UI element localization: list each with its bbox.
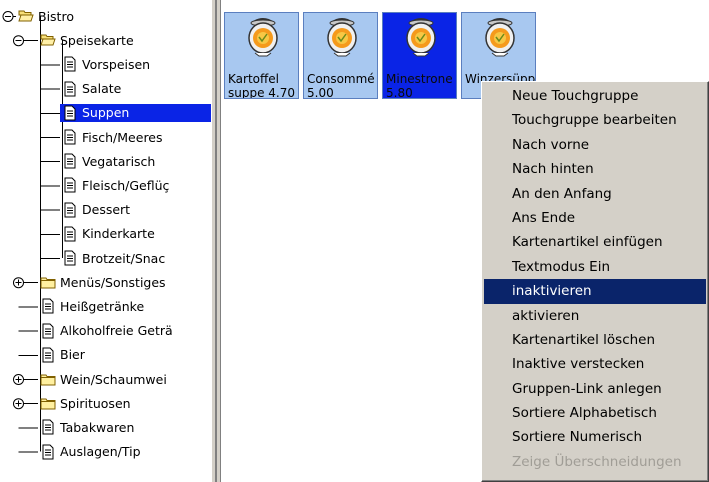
- tree-item[interactable]: Bier: [40, 346, 86, 364]
- tree-item[interactable]: Vegatarisch: [62, 152, 156, 170]
- soup-pot-icon: [404, 16, 438, 60]
- document-icon: [62, 56, 78, 72]
- tree-item[interactable]: Tabakwaren: [40, 418, 135, 436]
- tree-item-label: Brotzeit/Snac: [82, 250, 166, 266]
- context-menu-item[interactable]: Kartenartikel einfügen: [484, 230, 706, 254]
- context-menu-item[interactable]: Touchgruppe bearbeiten: [484, 108, 706, 132]
- document-icon: [40, 298, 56, 314]
- tree-item[interactable]: Fleisch/Geflüç: [62, 176, 170, 194]
- folder-closed-icon: [40, 371, 56, 387]
- tree-item[interactable]: Auslagen/Tip: [40, 443, 142, 461]
- tree-item-label: Menüs/Sonstiges: [60, 274, 166, 290]
- tile-price: 5.00: [307, 86, 334, 99]
- document-icon: [62, 105, 78, 121]
- document-icon: [62, 153, 78, 169]
- context-menu-item[interactable]: Sortiere Numerisch: [484, 425, 706, 449]
- tree-item[interactable]: Heißgetränke: [40, 297, 145, 315]
- tile-price: 5.80: [386, 86, 413, 99]
- tree-item-label: Bistro: [38, 8, 74, 24]
- tree-item[interactable]: Bistro: [18, 7, 75, 25]
- document-icon: [62, 226, 78, 242]
- document-icon: [40, 347, 56, 363]
- context-menu-item[interactable]: aktivieren: [484, 304, 706, 328]
- context-menu-item[interactable]: Kartenartikel löschen: [484, 328, 706, 352]
- context-menu-item[interactable]: Inaktive verstecken: [484, 352, 706, 376]
- tree-item-label: Spirituosen: [60, 395, 131, 411]
- tile-name: Minestrone: [386, 72, 453, 86]
- tree-item-label: Fleisch/Geflüç: [82, 177, 170, 193]
- tree-item-label: Heißgetränke: [60, 298, 145, 314]
- menu-item-tile[interactable]: Minestrone 5.80: [382, 12, 457, 99]
- context-menu-item[interactable]: Textmodus Ein: [484, 255, 706, 279]
- tree-item-label: Salate: [82, 81, 122, 97]
- folder-open-icon: [40, 32, 56, 48]
- document-icon: [62, 250, 78, 266]
- tree-item[interactable]: Menüs/Sonstiges: [40, 273, 167, 291]
- tree-item[interactable]: Vorspeisen: [62, 55, 151, 73]
- context-menu-item[interactable]: Nach hinten: [484, 157, 706, 181]
- context-menu-item[interactable]: Gruppen-Link anlegen: [484, 377, 706, 401]
- document-icon: [40, 444, 56, 460]
- document-icon: [40, 419, 56, 435]
- menu-item-tile[interactable]: Kartoffel suppe 4.70: [224, 12, 299, 99]
- folder-closed-icon: [40, 274, 56, 290]
- context-menu-item: Zeige Überschneidungen: [512, 453, 682, 470]
- context-menu: Neue Touchgruppe Touchgruppe bearbeiten Na…: [481, 81, 709, 482]
- tree-item[interactable]: Wein/Schaumwei: [40, 370, 168, 388]
- context-menu-item[interactable]: Ans Ende: [484, 206, 706, 230]
- tree-item[interactable]: Fisch/Meeres: [62, 128, 164, 146]
- tree-item-label: Fisch/Meeres: [82, 129, 163, 145]
- tree-item-label: Dessert: [82, 202, 131, 218]
- folder-closed-icon: [40, 395, 56, 411]
- context-menu-item[interactable]: An den Anfang: [484, 182, 706, 206]
- tile-name: Kartoffel: [228, 72, 279, 86]
- document-icon: [62, 177, 78, 193]
- tile-price: suppe 4.70: [228, 86, 296, 99]
- document-icon: [62, 202, 78, 218]
- context-menu-item[interactable]: Neue Touchgruppe: [484, 84, 706, 108]
- tree-item[interactable]: Spirituosen: [40, 394, 132, 412]
- tile-name: Consommé: [307, 72, 375, 86]
- tree-item-label: Tabakwaren: [60, 419, 135, 435]
- context-menu-item[interactable]: inaktivieren: [484, 279, 706, 304]
- tree-item-label: Kinderkarte: [82, 226, 155, 242]
- document-icon: [62, 81, 78, 97]
- category-tree[interactable]: Bistro Speisekarte Vorspeisen Salate Suppen F…: [0, 0, 211, 482]
- tree-item-label: Wein/Schaumwei: [60, 371, 167, 387]
- tree-item-label: Vorspeisen: [82, 56, 151, 72]
- menu-item-tile[interactable]: Consommé 5.00: [303, 12, 378, 99]
- tree-item-label: Alkoholfreie Geträ: [60, 323, 173, 339]
- document-icon: [62, 129, 78, 145]
- tree-item[interactable]: Alkoholfreie Geträ: [40, 322, 174, 340]
- context-menu-item[interactable]: Sortiere Alphabetisch: [484, 401, 706, 425]
- tree-item-label: Vegatarisch: [82, 153, 156, 169]
- tree-item-label: Auslagen/Tip: [60, 444, 141, 460]
- tree-item[interactable]: Salate: [62, 80, 122, 98]
- tree-item[interactable]: Brotzeit/Snac: [62, 249, 166, 267]
- document-icon: [40, 323, 56, 339]
- tree-item[interactable]: Speisekarte: [40, 31, 135, 49]
- pane-splitter[interactable]: [211, 0, 221, 482]
- soup-pot-icon: [246, 16, 280, 60]
- folder-open-icon: [18, 8, 34, 24]
- tree-item-label: Suppen: [82, 105, 130, 121]
- tree-item[interactable]: Kinderkarte: [62, 225, 156, 243]
- soup-pot-icon: [483, 16, 517, 60]
- soup-pot-icon: [325, 16, 359, 60]
- tree-item-label: Bier: [60, 347, 85, 363]
- tree-item-label: Speisekarte: [60, 32, 134, 48]
- context-menu-item[interactable]: Nach vorne: [484, 133, 706, 157]
- tree-item[interactable]: Suppen: [60, 103, 211, 122]
- tree-item[interactable]: Dessert: [62, 201, 131, 219]
